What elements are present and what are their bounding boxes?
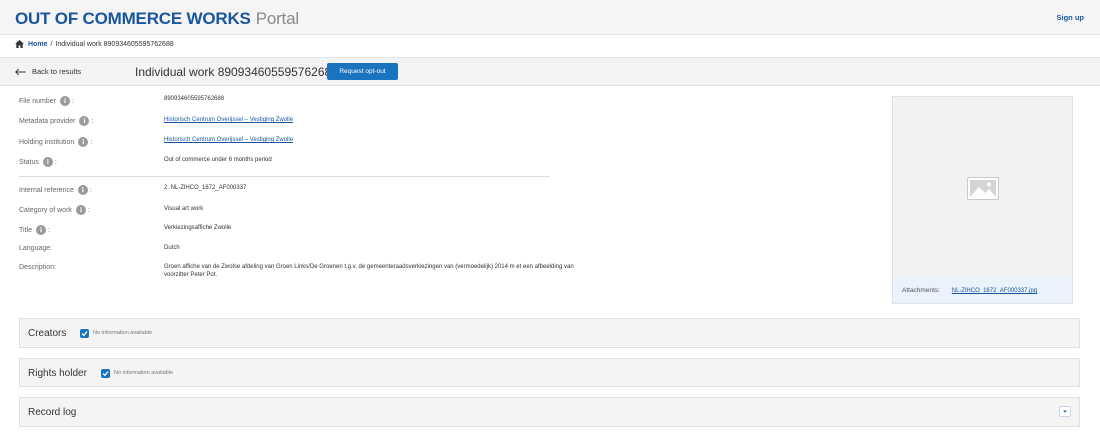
checkbox-checked-icon[interactable] xyxy=(101,369,110,378)
back-to-results-link[interactable]: Back to results xyxy=(15,67,81,76)
image-placeholder-icon xyxy=(967,177,999,200)
home-icon xyxy=(15,40,24,48)
holding-institution-link[interactable]: Historisch Centrum Overijssel – Vestigin… xyxy=(164,137,293,143)
image-preview: Attachments: NL-ZlHCO_1672_AF000337.jpg xyxy=(892,96,1073,304)
info-icon[interactable]: i xyxy=(42,157,53,167)
page-title: Individual work 890934605595762688 xyxy=(135,65,338,79)
field-label-metadata-provider: Metadata provider i: xyxy=(19,116,94,126)
rights-holder-panel[interactable]: Rights holder No information available xyxy=(19,358,1080,387)
field-label-category: Category of work i: xyxy=(19,205,90,215)
attachments-label: Attachments: xyxy=(902,287,940,294)
logo-main: OUT OF COMMERCE WORKS xyxy=(15,9,251,28)
sign-up-link[interactable]: Sign up xyxy=(1057,13,1085,22)
breadcrumb: Home / Individual work 89093460559576268… xyxy=(15,40,174,48)
record-log-expand-button[interactable] xyxy=(1059,406,1071,417)
request-opt-out-button[interactable]: Request opt-out xyxy=(327,63,398,80)
field-label-status: Status i: xyxy=(19,157,57,167)
info-icon[interactable]: i xyxy=(78,137,89,147)
info-icon[interactable]: i xyxy=(35,225,46,235)
info-icon[interactable]: i xyxy=(77,185,88,195)
logo-portal: Portal xyxy=(255,9,299,28)
info-icon[interactable]: i xyxy=(75,205,86,215)
internal-reference-value: 2. NL-ZlHCO_1672_AF000337 xyxy=(164,185,247,191)
checkbox-checked-icon[interactable] xyxy=(80,329,89,338)
arrow-left-icon xyxy=(15,68,26,75)
creators-no-info-label: No information available xyxy=(93,330,153,336)
description-value: Groen affiche van de Zwolse afdeling van… xyxy=(164,264,574,278)
language-value: Dutch xyxy=(164,245,180,251)
creators-panel[interactable]: Creators No information available xyxy=(19,318,1080,348)
field-label-description: Description: xyxy=(19,264,56,271)
header: OUT OF COMMERCE WORKS Portal Sign up xyxy=(0,0,1100,35)
toolbar: Back to results Individual work 89093460… xyxy=(0,57,1100,86)
record-log-title: Record log xyxy=(28,407,77,418)
breadcrumb-current: Individual work 890934605595762688 xyxy=(55,40,174,48)
logo[interactable]: OUT OF COMMERCE WORKS Portal xyxy=(15,9,299,29)
field-label-holding-institution: Holding institution i: xyxy=(19,137,93,147)
status-value: Out of commerce under 6 months period xyxy=(164,157,272,163)
breadcrumb-home-link[interactable]: Home xyxy=(28,41,47,48)
breadcrumb-separator: / xyxy=(50,40,53,48)
back-label: Back to results xyxy=(32,67,82,76)
field-label-language: Language: xyxy=(19,245,53,252)
metadata-provider-link[interactable]: Historisch Centrum Overijssel – Vestigin… xyxy=(164,117,293,123)
creators-title: Creators xyxy=(28,328,67,339)
title-value: Verkiezingsaffiche Zwolle xyxy=(164,225,232,231)
chevron-down-icon xyxy=(1063,410,1067,413)
category-value: Visual art work xyxy=(164,206,204,212)
info-icon[interactable]: i xyxy=(59,96,70,106)
field-label-file-number: File number i: xyxy=(19,96,74,106)
section-divider xyxy=(19,176,550,177)
file-number-value: 890934605595762688 xyxy=(164,96,225,102)
info-icon[interactable]: i xyxy=(79,116,90,126)
record-log-panel[interactable]: Record log xyxy=(19,397,1080,427)
attachments-bar: Attachments: NL-ZlHCO_1672_AF000337.jpg xyxy=(893,278,1072,303)
attachment-link[interactable]: NL-ZlHCO_1672_AF000337.jpg xyxy=(952,288,1037,294)
rights-holder-title: Rights holder xyxy=(28,368,87,379)
rights-holder-no-info-label: No information available xyxy=(114,370,174,376)
field-label-title: Title i: xyxy=(19,225,50,235)
field-label-internal-reference: Internal reference i: xyxy=(19,185,92,195)
